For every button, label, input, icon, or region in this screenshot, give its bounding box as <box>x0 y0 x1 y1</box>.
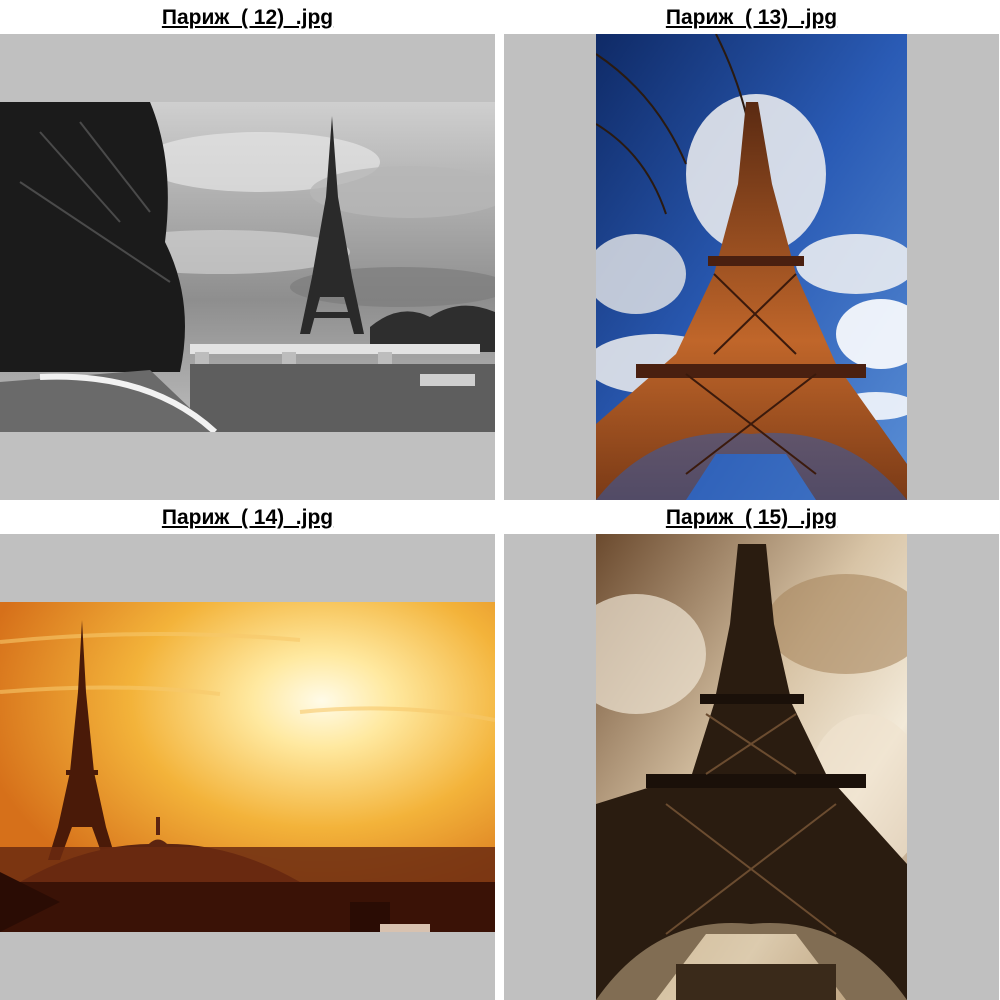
photo-eiffel-tower-sepia[interactable] <box>596 534 907 1000</box>
thumbnail-frame <box>504 34 999 500</box>
thumbnail-filename[interactable]: Париж ( 12) .jpg <box>0 0 495 34</box>
thumbnail-frame <box>0 534 495 1000</box>
photo-eiffel-tower-bw[interactable] <box>0 102 495 432</box>
photo-eiffel-tower-blue-sky[interactable] <box>596 34 907 500</box>
thumbnail-filename[interactable]: Париж ( 13) .jpg <box>504 0 999 34</box>
thumbnail-cell[interactable]: Париж ( 13) .jpg <box>504 0 999 500</box>
thumbnail-cell[interactable]: Париж ( 15) .jpg <box>504 500 999 1000</box>
thumbnail-filename[interactable]: Париж ( 15) .jpg <box>504 500 999 534</box>
thumbnail-cell[interactable]: Париж ( 14) .jpg <box>0 500 495 1000</box>
thumbnail-frame <box>504 534 999 1000</box>
thumbnail-filename[interactable]: Париж ( 14) .jpg <box>0 500 495 534</box>
photo-eiffel-tower-sunset[interactable] <box>0 602 495 932</box>
thumbnail-frame <box>0 34 495 500</box>
thumbnail-cell[interactable]: Париж ( 12) .jpg <box>0 0 495 500</box>
thumbnail-grid: Париж ( 12) .jpg Париж (13) .jpg Париж … <box>0 0 1000 1000</box>
